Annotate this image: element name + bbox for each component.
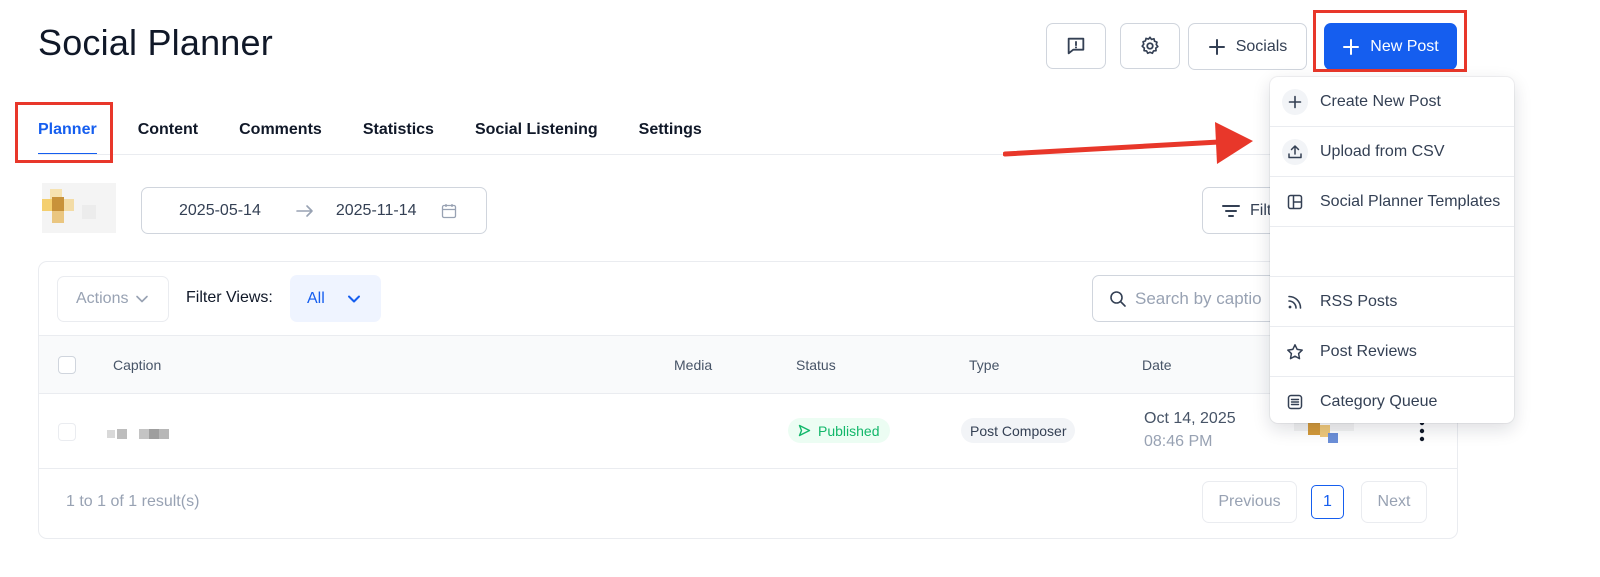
column-caption[interactable]: Caption: [113, 357, 161, 373]
start-date[interactable]: 2025-05-14: [179, 202, 261, 220]
select-all-checkbox[interactable]: [58, 356, 76, 374]
send-icon: [798, 424, 811, 437]
menu-item-category-queue[interactable]: Category Queue: [1270, 377, 1514, 427]
menu-item-social-planner-templates[interactable]: Social Planner Templates: [1270, 177, 1514, 227]
column-status[interactable]: Status: [796, 357, 836, 373]
tab-bar: Planner Content Comments Statistics Soci…: [38, 110, 702, 155]
post-date: Oct 14, 2025: [1144, 410, 1236, 427]
menu-item-label: RSS Posts: [1320, 292, 1398, 310]
tab-statistics[interactable]: Statistics: [363, 110, 434, 155]
star-icon: [1282, 339, 1308, 365]
account-avatar[interactable]: [42, 183, 116, 233]
chevron-down-icon: [347, 295, 360, 302]
calendar-icon: [441, 203, 457, 219]
column-media[interactable]: Media: [674, 357, 712, 373]
menu-item-label: Upload from CSV: [1320, 142, 1445, 160]
rss-icon: [1282, 289, 1308, 315]
annotation-highlight-new-post: [1313, 10, 1467, 72]
plus-icon: [1282, 88, 1308, 115]
annotation-arrow: [1003, 118, 1253, 170]
end-date[interactable]: 2025-11-14: [336, 202, 417, 220]
column-type[interactable]: Type: [969, 357, 999, 373]
row-divider: [39, 468, 1457, 469]
status-badge: Published: [788, 418, 890, 443]
menu-item-upload-csv[interactable]: Upload from CSV: [1270, 127, 1514, 177]
filter-views-select[interactable]: All: [290, 275, 381, 322]
filter-views-label: Filter Views:: [186, 289, 273, 306]
upload-icon: [1282, 138, 1308, 165]
previous-page-button[interactable]: Previous: [1202, 481, 1297, 523]
filter-views-value: All: [307, 289, 325, 307]
bulk-actions-dropdown[interactable]: Actions: [57, 276, 169, 322]
message-alert-icon: [1067, 37, 1085, 55]
chevron-down-icon: [136, 295, 149, 303]
menu-item-label: Post Reviews: [1320, 342, 1417, 360]
page-1-button[interactable]: 1: [1311, 485, 1344, 519]
gear-icon: [1141, 36, 1159, 55]
menu-item-label: Create New Post: [1320, 92, 1441, 110]
type-badge: Post Composer: [961, 418, 1076, 443]
menu-item-rss-posts[interactable]: RSS Posts: [1270, 277, 1514, 327]
menu-item-label: Social Planner Templates: [1320, 192, 1501, 210]
menu-item-create-new-post[interactable]: Create New Post: [1270, 77, 1514, 127]
feedback-button[interactable]: [1046, 23, 1106, 69]
status-label: Published: [818, 422, 880, 439]
socials-label: Socials: [1235, 37, 1288, 55]
post-time: 08:46 PM: [1144, 433, 1213, 450]
list-icon: [1282, 389, 1308, 415]
date-range-picker[interactable]: 2025-05-14 2025-11-14: [141, 187, 487, 234]
search-icon: [1110, 290, 1126, 307]
arrow-right-icon: [296, 204, 314, 218]
page-title: Social Planner: [38, 22, 273, 63]
annotation-highlight-planner-tab: [15, 102, 113, 163]
caption-redacted[interactable]: [107, 428, 173, 440]
plus-icon: [1208, 38, 1225, 55]
actions-label: Actions: [76, 290, 129, 307]
menu-item-post-reviews[interactable]: Post Reviews: [1270, 327, 1514, 377]
pagination-info: 1 to 1 of 1 result(s): [66, 493, 200, 510]
settings-button[interactable]: [1120, 23, 1180, 69]
search-placeholder: Search by captio: [1135, 288, 1262, 308]
tab-social-listening[interactable]: Social Listening: [475, 110, 598, 155]
row-checkbox[interactable]: [58, 423, 76, 441]
new-post-dropdown-menu: Create New Post Upload from CSV Social P…: [1270, 77, 1514, 423]
tab-content[interactable]: Content: [138, 110, 198, 155]
menu-item-blank[interactable]: [1270, 227, 1514, 277]
table-header: [39, 335, 1457, 394]
template-icon: [1282, 189, 1308, 215]
menu-item-label: Category Queue: [1320, 393, 1438, 410]
tab-comments[interactable]: Comments: [239, 110, 322, 155]
add-socials-button[interactable]: Socials: [1188, 23, 1307, 70]
next-page-button[interactable]: Next: [1361, 481, 1427, 523]
filters-label: Filt: [1250, 201, 1272, 219]
tab-settings[interactable]: Settings: [639, 110, 702, 155]
column-date[interactable]: Date: [1142, 357, 1172, 373]
filter-lines-icon: [1222, 204, 1240, 217]
search-input[interactable]: Search by captio: [1092, 275, 1282, 322]
